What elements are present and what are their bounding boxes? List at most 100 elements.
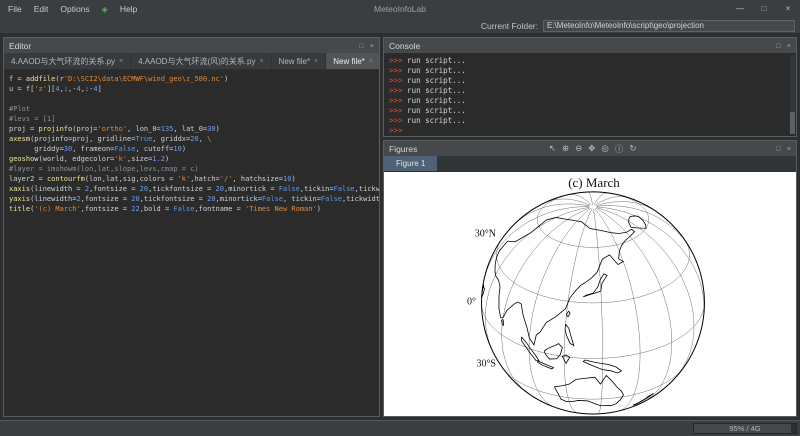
apps-icon[interactable]: ◈ — [102, 5, 108, 14]
zoom-out-icon[interactable]: ⊖ — [575, 143, 582, 154]
editor-float-icon[interactable]: □ — [359, 41, 364, 50]
figure-tabstrip: Figure 1 — [384, 156, 796, 172]
latitude-label: 0° — [467, 297, 476, 308]
figures-float-icon[interactable]: □ — [776, 144, 781, 153]
menu-file[interactable]: File — [8, 4, 22, 14]
coastline-path — [583, 274, 607, 297]
memory-text: 95% / 4G — [694, 424, 796, 433]
coastline-path — [521, 337, 539, 361]
meteoinfolab-window: File Edit Options ◈ Help MeteoInfoLab — … — [0, 0, 800, 436]
full-extent-icon[interactable]: ◎ — [601, 143, 608, 154]
select-arrow-icon[interactable]: ↖ — [549, 143, 556, 154]
code-line: #Plot — [9, 104, 374, 114]
figures-panel-icons: □ × — [776, 144, 791, 153]
current-folder-input[interactable] — [543, 20, 795, 32]
coastline-path — [554, 375, 623, 405]
console-line: >>> run script... — [389, 96, 786, 106]
menu-help[interactable]: Help — [120, 4, 137, 14]
tab-label: 4.AAOD与大气环流的关系.py — [11, 56, 115, 67]
menu-edit[interactable]: Edit — [34, 4, 49, 14]
console-panel: Console □ × >>> run script...>>> run scr… — [383, 37, 797, 137]
tab-close-icon[interactable]: × — [314, 58, 318, 65]
current-folder-label: Current Folder: — [481, 21, 538, 31]
editor-tabbar: 4.AAOD与大气环流的关系.py×4.AAOD与大气环流(风)的关系.py×N… — [4, 53, 379, 70]
code-editor[interactable]: f = addfile(r'D:\SCI2\data\ECMWF\wind_ge… — [4, 70, 379, 416]
graticule-line — [596, 208, 672, 402]
code-line: xaxis(linewidth = 2,fontsize = 20,tickfo… — [9, 184, 374, 194]
rotate-icon[interactable]: ↻ — [629, 143, 636, 154]
console-lines: >>> run script...>>> run script...>>> ru… — [389, 56, 786, 136]
main-area: Editor □ × 4.AAOD与大气环流的关系.py×4.AAOD与大气环流… — [0, 34, 800, 420]
graticule-line — [502, 208, 590, 393]
menu-options[interactable]: Options — [60, 4, 89, 14]
graticule-line — [485, 207, 589, 355]
editor-tab-2[interactable]: 4.AAOD与大气环流(风)的关系.py× — [131, 53, 271, 69]
console-line: >>> run script... — [389, 66, 786, 76]
editor-panel-title: Editor — [9, 41, 31, 51]
coastline-path — [565, 324, 574, 345]
tab-close-icon[interactable]: × — [369, 58, 373, 65]
code-line: axesm(projinfo=proj, gridline=True, grid… — [9, 134, 374, 144]
code-line: layer2 = contourfm(lon,lat,sig,colors = … — [9, 174, 374, 184]
graticule-line — [595, 196, 629, 205]
editor-panel: Editor □ × 4.AAOD与大气环流的关系.py×4.AAOD与大气环流… — [3, 37, 380, 417]
window-controls: — □ × — [728, 0, 800, 18]
console-scrollbar-thumb[interactable] — [790, 112, 795, 134]
figure-title: (c) March — [568, 175, 620, 191]
console-line: >>> run script... — [389, 56, 786, 66]
console-panel-header: Console □ × — [384, 38, 796, 53]
console-line: >>> run script... — [389, 116, 786, 126]
coastline-path — [629, 216, 646, 228]
code-line: f = addfile(r'D:\SCI2\data\ECMWF\wind_ge… — [9, 74, 374, 84]
coastline-path — [633, 393, 654, 405]
console-panel-icons: □ × — [776, 41, 791, 50]
memory-indicator: 95% / 4G — [693, 423, 797, 434]
console-line: >>> run script... — [389, 76, 786, 86]
coastline-path — [538, 361, 554, 369]
coastline-path — [583, 360, 621, 373]
editor-tab-3[interactable]: New file*× — [272, 53, 327, 69]
console-panel-title: Console — [389, 41, 420, 51]
coastline-path — [544, 344, 562, 359]
figure-canvas[interactable]: (c) March 30°N0°30°S — [384, 172, 796, 416]
tab-figure-1[interactable]: Figure 1 — [384, 156, 437, 171]
console-output[interactable]: >>> run script...>>> run script...>>> ru… — [384, 53, 796, 136]
console-line: >>> — [389, 126, 786, 136]
editor-panel-header: Editor □ × — [4, 38, 379, 53]
maximize-button[interactable]: □ — [752, 0, 776, 18]
console-float-icon[interactable]: □ — [776, 41, 781, 50]
editor-tab-1[interactable]: 4.AAOD与大气环流的关系.py × — [4, 53, 131, 69]
graticule-line — [529, 208, 591, 407]
code-line: #levs = [1] — [9, 114, 374, 124]
minimize-button[interactable]: — — [728, 0, 752, 18]
console-line: >>> run script... — [389, 86, 786, 96]
status-bar: 95% / 4G — [0, 420, 800, 436]
right-column: Console □ × >>> run script...>>> run scr… — [383, 37, 797, 417]
pan-icon[interactable]: ✥ — [588, 143, 595, 154]
latitude-label: 30°S — [476, 359, 496, 370]
figures-panel: Figures ↖ ⊕ ⊖ ✥ ◎ ⓘ ↻ □ × Figure 1 (c) March 3… — [383, 140, 797, 417]
editor-tab-4[interactable]: New file* × — [326, 53, 379, 69]
code-line: #layer = imshowm(lon,lat,slope,levs,cmap… — [9, 164, 374, 174]
console-scrollbar[interactable] — [790, 55, 795, 134]
coastline-path — [566, 311, 570, 317]
code-line: u = f['z'][4,:,-4,:-4] — [9, 84, 374, 94]
console-close-icon[interactable]: × — [787, 41, 791, 50]
code-line: proj = projinfo(proj='ortho', lon_0=135,… — [9, 124, 374, 134]
menu-bar: File Edit Options ◈ Help — [0, 4, 137, 14]
figures-close-icon[interactable]: × — [787, 144, 791, 153]
title-bar: File Edit Options ◈ Help MeteoInfoLab — … — [0, 0, 800, 18]
close-button[interactable]: × — [776, 0, 800, 18]
tab-label: New file* — [333, 57, 365, 66]
figures-panel-header: Figures ↖ ⊕ ⊖ ✥ ◎ ⓘ ↻ □ × — [384, 141, 796, 156]
tab-close-icon[interactable]: × — [119, 58, 123, 65]
zoom-in-icon[interactable]: ⊕ — [562, 143, 569, 154]
code-line: title('(c) March',fontsize = 22,bold = F… — [9, 204, 374, 214]
figures-toolbar: ↖ ⊕ ⊖ ✥ ◎ ⓘ ↻ — [549, 143, 637, 155]
identify-icon[interactable]: ⓘ — [615, 143, 624, 155]
figures-panel-title: Figures — [389, 144, 417, 154]
tab-label: New file* — [279, 57, 311, 66]
current-folder-row: Current Folder: — [0, 18, 800, 34]
tab-close-icon[interactable]: × — [259, 58, 263, 65]
editor-close-icon[interactable]: × — [370, 41, 374, 50]
